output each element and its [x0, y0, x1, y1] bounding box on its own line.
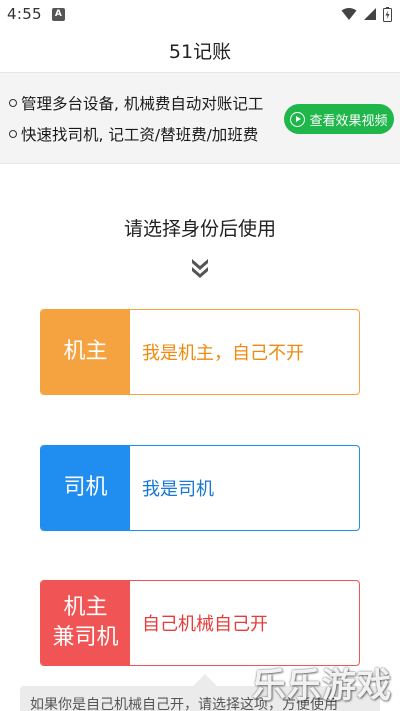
select-role-prompt: 请选择身份后使用 [123, 218, 276, 240]
bullet-icon [9, 130, 17, 138]
watch-video-label: 查看效果视频 [309, 113, 388, 129]
role-tag-owner-driver-line1: 机主 [63, 595, 108, 621]
promo-banner: 管理多台设备, 机械费自动对账记工 快速找司机, 记工资/替班费/加班费 查看效… [0, 72, 400, 164]
role-tag-driver-label: 司机 [63, 475, 108, 501]
role-tag-owner: 机主 [41, 310, 130, 394]
role-desc-owner: 我是机主，自己不开 [142, 343, 304, 364]
page-title: 51记账 [168, 40, 232, 63]
role-tag-owner-driver: 机主 兼司机 [41, 581, 130, 665]
role-card-owner-driver[interactable]: 机主 兼司机 自己机械自己开 [40, 580, 360, 666]
wifi-icon [341, 8, 357, 20]
signal-icon [364, 8, 376, 20]
role-tag-owner-driver-line2: 兼司机 [52, 625, 119, 650]
app-header: 51记账 [0, 28, 400, 72]
role-card-owner[interactable]: 机主 我是机主，自己不开 [40, 309, 360, 395]
status-bar: 4:55 A [0, 0, 400, 28]
double-chevron-down-icon [192, 259, 208, 278]
role-desc-owner-driver: 自己机械自己开 [142, 614, 268, 635]
notification-a-icon: A [51, 7, 65, 21]
role-tag-driver: 司机 [41, 446, 130, 530]
role-card-driver[interactable]: 司机 我是司机 [40, 445, 360, 531]
banner-text-1: 管理多台设备, 机械费自动对账记工 [21, 95, 264, 113]
owner-driver-tooltip: 如果你是自己机械自己开，请选择这项，方便使用 [20, 686, 380, 711]
banner-line-devices: 管理多台设备, 机械费自动对账记工 [9, 92, 263, 114]
role-desc-driver: 我是司机 [142, 479, 214, 500]
bullet-icon [9, 99, 17, 107]
status-time: 4:55 [7, 5, 42, 23]
watch-video-button[interactable]: 查看效果视频 [284, 104, 394, 134]
play-icon [290, 111, 306, 127]
role-tag-owner-label: 机主 [63, 339, 108, 365]
status-icons [341, 6, 392, 22]
battery-icon [383, 6, 392, 22]
banner-line-drivers: 快速找司机, 记工资/替班费/加班费 [9, 123, 258, 145]
banner-text-2: 快速找司机, 记工资/替班费/加班费 [21, 126, 259, 144]
tooltip-arrow [193, 674, 217, 686]
